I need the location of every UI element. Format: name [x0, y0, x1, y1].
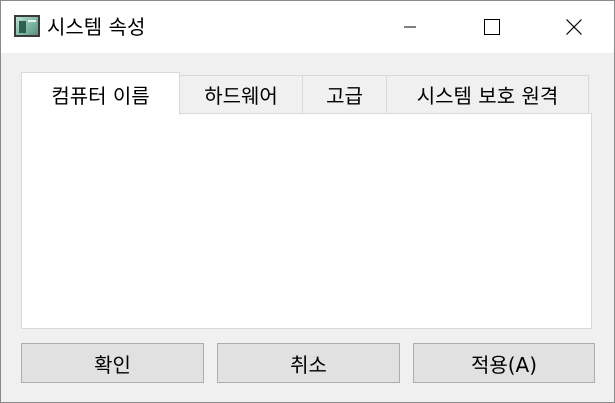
close-button[interactable] [533, 1, 615, 53]
system-properties-window: 시스템 속성 컴퓨터 이름 하드웨어 고급 시스템 보호 원격 확인 취소 적용… [0, 0, 615, 403]
ok-button[interactable]: 확인 [21, 343, 204, 383]
tab-hardware[interactable]: 하드웨어 [179, 75, 303, 113]
title-bar[interactable]: 시스템 속성 [1, 1, 614, 53]
maximize-icon [484, 19, 500, 35]
tab-advanced[interactable]: 고급 [302, 75, 387, 113]
maximize-button[interactable] [451, 1, 533, 53]
minimize-icon [404, 26, 416, 28]
tab-content-panel [21, 113, 592, 329]
window-title: 시스템 속성 [47, 15, 146, 39]
apply-button[interactable]: 적용(A) [413, 343, 595, 383]
close-icon [566, 19, 582, 35]
tab-computer-name[interactable]: 컴퓨터 이름 [21, 72, 180, 115]
tab-system-protection-remote[interactable]: 시스템 보호 원격 [386, 75, 589, 113]
system-properties-icon [14, 15, 40, 37]
cancel-button[interactable]: 취소 [217, 343, 400, 383]
minimize-button[interactable] [369, 1, 451, 53]
